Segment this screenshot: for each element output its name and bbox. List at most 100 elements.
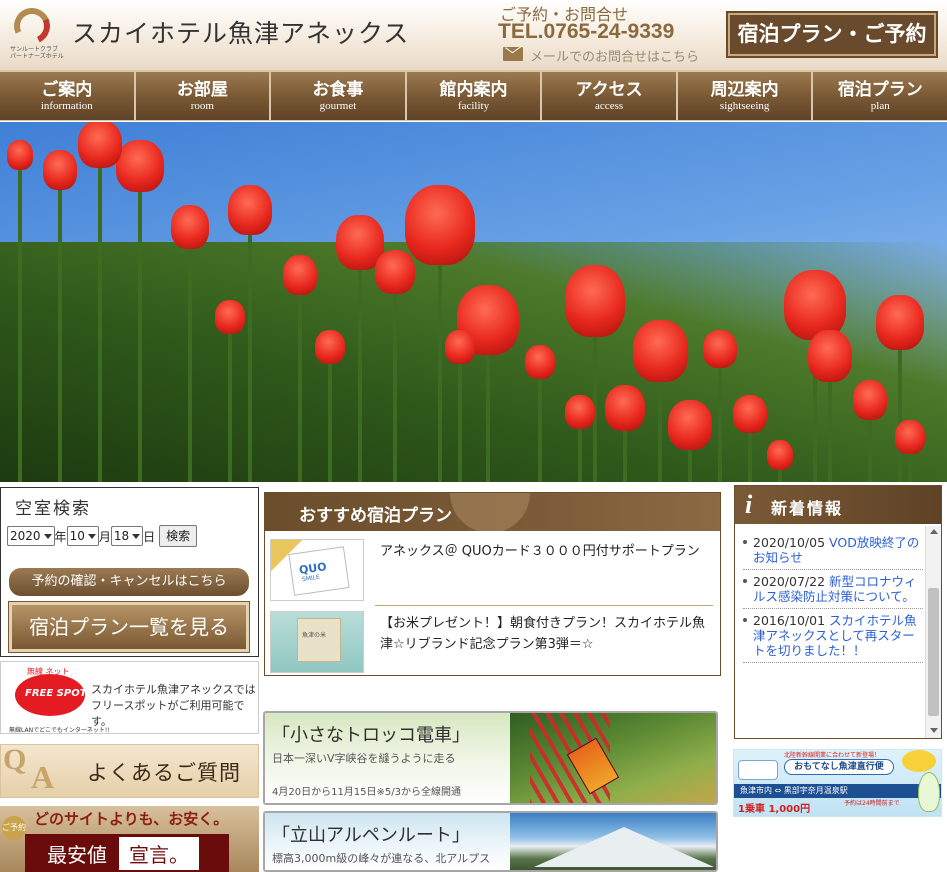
- shuttle-route: 魚津市内 ⇔ 黒部宇奈月温泉駅: [734, 784, 941, 798]
- banner-subtitle: 標高3,000m級の峰々が連なる、北アルプス: [272, 852, 491, 865]
- lowest-main: 最安値 宣言。: [25, 834, 229, 872]
- tulip-flower: [283, 255, 317, 295]
- mountain-peak-image: [534, 827, 714, 867]
- global-nav: ご案内 information お部屋 room お食事 gourmet 館内案…: [0, 70, 947, 121]
- shuttle-price: 1乗車 1,000円: [738, 804, 811, 815]
- plan-item[interactable]: 魚津の米 【お米プレゼント！】朝食付きプラン！スカイホテル魚津☆リブランド記念プ…: [270, 607, 716, 675]
- tulip-flower: [405, 185, 475, 265]
- tulip-flower: [895, 420, 925, 454]
- nav-label: 宿泊プラン: [837, 80, 923, 100]
- plan-link[interactable]: アネックス＠ QUOカード３０００円付サポートプラン: [380, 541, 710, 562]
- lowest-word1: 最安値: [47, 842, 107, 867]
- confirm-cancel-button[interactable]: 予約の確認・キャンセルはこちら: [9, 568, 249, 596]
- nav-item-sightseeing[interactable]: 周辺案内 sightseeing: [677, 72, 814, 120]
- banner-text-area: 「立山アルペンルート」 標高3,000m級の峰々が連なる、北アルプス: [265, 813, 510, 870]
- tulip-stem: [298, 289, 302, 482]
- mail-inquiry-link[interactable]: メールでのお問合せはこちら: [530, 46, 699, 65]
- year-select[interactable]: 2020: [7, 526, 55, 546]
- rice-label: 魚津の米: [302, 632, 327, 639]
- news-scrollbar[interactable]: [925, 526, 941, 738]
- tulip-flower: [853, 380, 887, 420]
- search-button[interactable]: 検索: [159, 525, 198, 547]
- rice-thumbnail[interactable]: 魚津の米: [270, 611, 364, 673]
- tulip-stem: [898, 344, 902, 482]
- recommended-header: おすすめ宿泊プラン: [265, 493, 720, 531]
- tulip-flower: [808, 330, 852, 382]
- tulip-stem: [538, 373, 542, 482]
- nav-label: 周辺案内: [710, 80, 779, 100]
- shuttle-note: 予約は24時間前まで: [844, 800, 900, 807]
- day-select[interactable]: 18: [110, 526, 144, 546]
- nav-item-information[interactable]: ご案内 information: [0, 72, 136, 120]
- tulip-flower: [228, 185, 272, 235]
- lowest-price-banner[interactable]: ご予約 どのサイトよりも、お安く。 最安値 宣言。: [0, 806, 259, 872]
- month-value: 10: [69, 529, 85, 543]
- page: サンルートクラブ パートナーズホテル スカイホテル魚津アネックス ご予約・お問合…: [0, 0, 947, 872]
- recommended-plans-panel: おすすめ宿泊プラン QUO SMILE アネックス＠ QUOカード３０００円付サ…: [264, 492, 721, 676]
- mail-icon[interactable]: [503, 47, 523, 61]
- tulip-stem: [138, 186, 142, 482]
- tulip-flower: [43, 150, 77, 190]
- tulip-stem: [748, 427, 752, 482]
- phone-number: TEL.0765-24-9339: [498, 20, 675, 43]
- nav-item-plan[interactable]: 宿泊プラン plan: [813, 72, 947, 120]
- nav-label: ご案内: [41, 80, 93, 100]
- faq-banner[interactable]: Q A よくあるご質問: [0, 743, 259, 798]
- nav-item-facility[interactable]: 館内案内 facility: [406, 72, 543, 120]
- tulip-stem: [458, 358, 462, 482]
- chevron-down-icon: [43, 533, 52, 539]
- site-title[interactable]: スカイホテル魚津アネックス: [72, 14, 409, 50]
- freespot-logo-text: FREE SPOT: [25, 688, 87, 699]
- scroll-down-arrow-icon[interactable]: [930, 728, 938, 733]
- news-panel: i 新着情報 2020/10/05 VOD放映終了のお知らせ 2020/07/2…: [734, 485, 942, 739]
- shuttle-bus-banner[interactable]: 北陸新幹線開業に合わせて新登場！ おもてなし魚津直行便 魚津市内 ⇔ 黒部宇奈月…: [733, 749, 942, 817]
- bus-icon: [738, 760, 778, 780]
- torokko-photo: [510, 713, 716, 803]
- nav-item-access[interactable]: アクセス access: [542, 72, 678, 120]
- torokko-train-banner[interactable]: 「小さなトロッコ電車」 日本一深いV字峡谷を縫うように走る 4月20日から11月…: [263, 711, 718, 805]
- news-list: 2020/10/05 VOD放映終了のお知らせ 2020/07/22 新型コロナ…: [743, 535, 923, 667]
- news-date: 2016/10/01: [753, 613, 826, 628]
- nav-sublabel: sightseeing: [719, 100, 770, 112]
- scroll-up-arrow-icon[interactable]: [930, 529, 938, 534]
- chevron-down-icon: [87, 533, 96, 539]
- tulip-flower: [375, 250, 415, 294]
- nav-label: お部屋: [176, 80, 228, 100]
- plan-link[interactable]: 【お米プレゼント！】朝食付きプラン！スカイホテル魚津☆リブランド記念プラン第3弾…: [380, 613, 710, 655]
- plan-item[interactable]: QUO SMILE アネックス＠ QUOカード３０００円付サポートプラン: [270, 535, 716, 603]
- tulip-flower: [171, 205, 209, 249]
- freespot-description: スカイホテル魚津アネックスではフリースポットがご利用可能です。: [91, 683, 256, 728]
- tulip-flower: [605, 385, 645, 431]
- tulip-flower: [632, 320, 688, 382]
- month-select[interactable]: 10: [66, 526, 99, 546]
- tulip-stem: [358, 264, 362, 482]
- quo-card-thumbnail[interactable]: QUO SMILE: [270, 539, 364, 601]
- year-unit: 年: [54, 529, 67, 544]
- tulip-stem: [58, 184, 62, 482]
- tulip-stem: [328, 358, 332, 482]
- shuttle-title: おもてなし魚津直行便: [784, 759, 894, 775]
- lowest-badge: ご予約: [2, 816, 26, 840]
- tulip-flower: [116, 140, 164, 192]
- logo-mark-icon: [8, 2, 56, 50]
- banner-title: 「小さなトロッコ電車」: [272, 725, 470, 746]
- plan-divider: [375, 605, 713, 606]
- book-plan-button[interactable]: 宿泊プラン・ご予約: [728, 13, 936, 56]
- plan-list-button[interactable]: 宿泊プラン一覧を見る: [9, 602, 249, 652]
- nav-label: 館内案内: [439, 80, 508, 100]
- scroll-thumb[interactable]: [928, 588, 939, 716]
- nav-item-room[interactable]: お部屋 room: [135, 72, 272, 120]
- vacancy-search-panel: 空室検索 2020 年 10 月 18 日 検索 予約の確認・キャンセルはこちら…: [0, 487, 259, 657]
- tulip-stem: [828, 376, 832, 482]
- news-title: 新着情報: [771, 499, 844, 518]
- tulip-flower: [215, 300, 245, 334]
- nav-item-gourmet[interactable]: お食事 gourmet: [271, 72, 407, 120]
- news-item: 2020/10/05 VOD放映終了のお知らせ: [743, 535, 923, 570]
- banner-text-area: 「小さなトロッコ電車」 日本一深いV字峡谷を縫うように走る 4月20日から11月…: [265, 713, 510, 803]
- alpen-route-banner[interactable]: 「立山アルペンルート」 標高3,000m級の峰々が連なる、北アルプス: [263, 811, 718, 872]
- hotel-logo[interactable]: サンルートクラブ パートナーズホテル: [8, 2, 64, 62]
- faq-q-letter: Q: [3, 743, 27, 776]
- info-icon: i: [745, 490, 753, 519]
- news-item: 2020/07/22 新型コロナウィルス感染防止対策について。: [743, 574, 923, 609]
- freespot-banner[interactable]: 無線 ネット FREE SPOT 無線LANでどこでもインターネット!! スカイ…: [0, 661, 259, 734]
